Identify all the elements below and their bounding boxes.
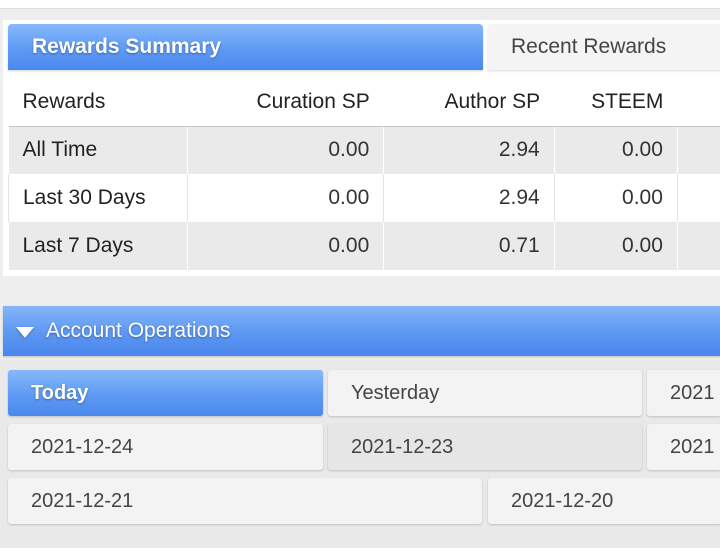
caret-down-icon bbox=[16, 326, 34, 338]
day-button-label: Today bbox=[31, 381, 89, 404]
overflow-cell bbox=[676, 174, 720, 222]
author-sp-value: 2.94 bbox=[383, 126, 555, 174]
column-header-curation-sp: Curation SP bbox=[187, 78, 384, 127]
row-label: Last 30 Days bbox=[7, 174, 188, 222]
row-label: All Time bbox=[8, 126, 188, 174]
day-button-label: 2021 bbox=[670, 435, 715, 458]
table-row: Last 30 Days 0.00 2.94 0.00 bbox=[7, 174, 720, 222]
day-button-2021-12-20[interactable]: 2021-12-20 bbox=[488, 478, 720, 524]
curation-sp-value: 0.00 bbox=[187, 222, 384, 270]
day-button-yesterday[interactable]: Yesterday bbox=[328, 370, 642, 416]
column-header-overflow bbox=[677, 78, 720, 127]
curation-sp-value: 0.00 bbox=[187, 174, 384, 222]
column-header-author-sp: Author SP bbox=[383, 78, 555, 127]
row-label: Last 7 Days bbox=[8, 222, 188, 270]
day-button-2021-12-23[interactable]: 2021-12-23 bbox=[328, 424, 642, 470]
steem-value: 0.00 bbox=[553, 126, 678, 174]
top-strip bbox=[0, 0, 720, 9]
column-header-steem: STEEM bbox=[554, 78, 678, 127]
rewards-table-header: Rewards Curation SP Author SP STEEM bbox=[8, 78, 720, 127]
day-button-partial-1[interactable]: 2021 bbox=[647, 370, 720, 416]
overflow-cell bbox=[676, 126, 720, 174]
day-button-today[interactable]: Today bbox=[8, 370, 323, 416]
account-operations-header[interactable]: Account Operations bbox=[3, 306, 720, 356]
curation-sp-value: 0.00 bbox=[187, 126, 384, 174]
account-operations-body: Today Yesterday 2021 2021-12-24 2021-12-… bbox=[0, 360, 720, 548]
day-button-label: 2021-12-23 bbox=[351, 435, 454, 458]
day-button-label: 2021-12-24 bbox=[31, 435, 134, 458]
column-header-rewards: Rewards bbox=[8, 78, 188, 127]
day-button-2021-12-24[interactable]: 2021-12-24 bbox=[8, 424, 323, 470]
account-operations-title: Account Operations bbox=[46, 319, 231, 342]
overflow-cell bbox=[676, 222, 720, 270]
tab-rewards-summary[interactable]: Rewards Summary bbox=[8, 24, 483, 70]
day-button-label: 2021-12-20 bbox=[511, 489, 614, 512]
steem-value: 0.00 bbox=[553, 222, 678, 270]
author-sp-value: 0.71 bbox=[383, 222, 555, 270]
day-button-2021-12-21[interactable]: 2021-12-21 bbox=[8, 478, 482, 524]
day-button-partial-2[interactable]: 2021 bbox=[647, 424, 720, 470]
rewards-panel: Rewards Summary Recent Rewards Rewards C… bbox=[3, 20, 720, 276]
tab-rewards-summary-label: Rewards Summary bbox=[32, 35, 222, 58]
rewards-table: Rewards Curation SP Author SP STEEM All … bbox=[7, 78, 720, 270]
day-button-label: 2021 bbox=[670, 381, 715, 404]
table-row: Last 7 Days 0.00 0.71 0.00 bbox=[8, 222, 720, 270]
day-button-label: Yesterday bbox=[351, 381, 440, 404]
tab-recent-rewards-label: Recent Rewards bbox=[511, 35, 667, 58]
day-button-label: 2021-12-21 bbox=[31, 489, 134, 512]
author-sp-value: 2.94 bbox=[383, 174, 555, 222]
tab-recent-rewards[interactable]: Recent Rewards bbox=[488, 24, 720, 70]
table-row: All Time 0.00 2.94 0.00 bbox=[8, 126, 720, 174]
steem-value: 0.00 bbox=[553, 174, 678, 222]
